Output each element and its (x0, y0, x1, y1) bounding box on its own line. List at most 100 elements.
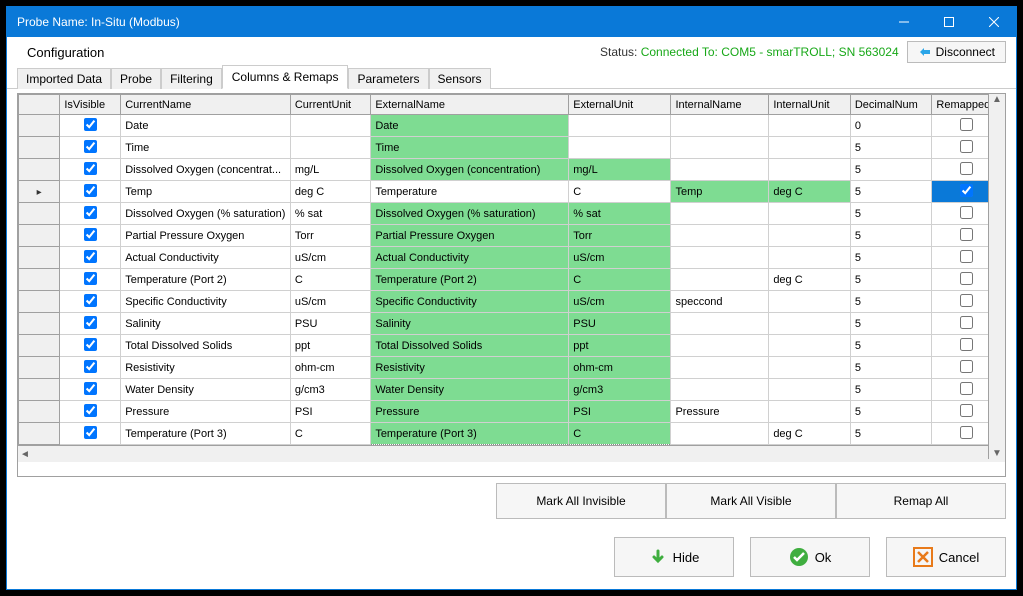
maximize-button[interactable] (926, 7, 971, 37)
row-header[interactable] (19, 225, 60, 247)
isvisible-checkbox[interactable] (84, 272, 97, 285)
table-row[interactable]: Actual ConductivityuS/cmActual Conductiv… (19, 247, 1001, 269)
column-header-internalunit[interactable]: InternalUnit (769, 95, 851, 115)
tab-sensors[interactable]: Sensors (429, 68, 491, 89)
cell-decimalnum[interactable]: 5 (850, 313, 932, 335)
cell-decimalnum[interactable]: 5 (850, 357, 932, 379)
cell-externalname[interactable]: Time (371, 137, 569, 159)
cell-externalunit[interactable] (569, 115, 671, 137)
cell-internalname[interactable]: speccond (671, 291, 769, 313)
remapped-checkbox[interactable] (960, 184, 973, 197)
isvisible-checkbox[interactable] (84, 382, 97, 395)
cell-internalname[interactable] (671, 423, 769, 445)
cell-currentunit[interactable]: uS/cm (290, 247, 370, 269)
tab-probe[interactable]: Probe (111, 68, 161, 89)
column-header-currentname[interactable]: CurrentName (121, 95, 291, 115)
cell-currentunit[interactable]: % sat (290, 203, 370, 225)
cell-internalunit[interactable] (769, 203, 851, 225)
minimize-button[interactable] (881, 7, 926, 37)
cell-isvisible[interactable] (60, 115, 121, 137)
cell-externalname[interactable]: Dissolved Oxygen (% saturation) (371, 203, 569, 225)
cell-internalunit[interactable] (769, 291, 851, 313)
row-header[interactable] (19, 181, 60, 203)
cell-internalname[interactable] (671, 225, 769, 247)
table-row[interactable]: DateDate0 (19, 115, 1001, 137)
table-row[interactable]: Resistivityohm-cmResistivityohm-cm5 (19, 357, 1001, 379)
cell-currentname[interactable]: Dissolved Oxygen (% saturation) (121, 203, 291, 225)
horizontal-scrollbar[interactable]: ◄ ► (18, 445, 1005, 462)
cell-isvisible[interactable] (60, 225, 121, 247)
cell-externalname[interactable]: Salinity (371, 313, 569, 335)
cell-currentunit[interactable] (290, 115, 370, 137)
scroll-down-icon[interactable]: ▼ (992, 448, 1002, 459)
cell-internalunit[interactable] (769, 357, 851, 379)
cell-currentunit[interactable]: uS/cm (290, 291, 370, 313)
cell-externalunit[interactable]: uS/cm (569, 247, 671, 269)
table-row[interactable]: Partial Pressure OxygenTorrPartial Press… (19, 225, 1001, 247)
cell-internalname[interactable] (671, 269, 769, 291)
hide-button[interactable]: Hide (614, 537, 734, 577)
cell-currentunit[interactable]: ppt (290, 335, 370, 357)
cell-internalname[interactable] (671, 203, 769, 225)
cell-externalname[interactable]: Partial Pressure Oxygen (371, 225, 569, 247)
cell-currentname[interactable]: Pressure (121, 401, 291, 423)
remapped-checkbox[interactable] (960, 250, 973, 263)
remapped-checkbox[interactable] (960, 382, 973, 395)
cell-currentname[interactable]: Time (121, 137, 291, 159)
cell-currentname[interactable]: Temperature (Port 3) (121, 423, 291, 445)
cell-currentunit[interactable]: mg/L (290, 159, 370, 181)
isvisible-checkbox[interactable] (84, 294, 97, 307)
remapped-checkbox[interactable] (960, 404, 973, 417)
isvisible-checkbox[interactable] (84, 338, 97, 351)
cell-isvisible[interactable] (60, 269, 121, 291)
cell-isvisible[interactable] (60, 401, 121, 423)
cell-internalunit[interactable]: deg C (769, 269, 851, 291)
cell-isvisible[interactable] (60, 247, 121, 269)
cell-currentunit[interactable]: C (290, 423, 370, 445)
cell-decimalnum[interactable]: 0 (850, 115, 932, 137)
isvisible-checkbox[interactable] (84, 426, 97, 439)
column-header-externalname[interactable]: ExternalName (371, 95, 569, 115)
cell-internalunit[interactable] (769, 159, 851, 181)
isvisible-checkbox[interactable] (84, 184, 97, 197)
remapped-checkbox[interactable] (960, 338, 973, 351)
table-row[interactable]: Specific ConductivityuS/cmSpecific Condu… (19, 291, 1001, 313)
table-row[interactable]: SalinityPSUSalinityPSU5 (19, 313, 1001, 335)
cell-internalunit[interactable] (769, 313, 851, 335)
cell-currentname[interactable]: Dissolved Oxygen (concentrat... (121, 159, 291, 181)
cell-internalunit[interactable] (769, 379, 851, 401)
cell-currentname[interactable]: Temperature (Port 2) (121, 269, 291, 291)
cell-externalunit[interactable]: C (569, 423, 671, 445)
row-header[interactable] (19, 115, 60, 137)
remapped-checkbox[interactable] (960, 360, 973, 373)
cell-externalunit[interactable]: PSU (569, 313, 671, 335)
table-row[interactable]: Dissolved Oxygen (concentrat...mg/LDisso… (19, 159, 1001, 181)
cell-externalname[interactable]: Temperature (371, 181, 569, 203)
cell-currentunit[interactable]: Torr (290, 225, 370, 247)
tab-filtering[interactable]: Filtering (161, 68, 222, 89)
cell-currentunit[interactable]: deg C (290, 181, 370, 203)
cell-currentunit[interactable]: PSU (290, 313, 370, 335)
isvisible-checkbox[interactable] (84, 316, 97, 329)
remap-all-button[interactable]: Remap All (836, 483, 1006, 519)
cell-internalname[interactable] (671, 313, 769, 335)
cell-decimalnum[interactable]: 5 (850, 137, 932, 159)
cell-decimalnum[interactable]: 5 (850, 181, 932, 203)
cell-isvisible[interactable] (60, 203, 121, 225)
cell-externalunit[interactable]: C (569, 269, 671, 291)
cell-externalname[interactable]: Total Dissolved Solids (371, 335, 569, 357)
cell-externalunit[interactable] (569, 137, 671, 159)
cell-internalunit[interactable] (769, 137, 851, 159)
cell-currentname[interactable]: Actual Conductivity (121, 247, 291, 269)
remapped-checkbox[interactable] (960, 228, 973, 241)
isvisible-checkbox[interactable] (84, 404, 97, 417)
tab-imported-data[interactable]: Imported Data (17, 68, 111, 89)
cell-isvisible[interactable] (60, 313, 121, 335)
remapped-checkbox[interactable] (960, 426, 973, 439)
cell-internalname[interactable]: Pressure (671, 401, 769, 423)
table-row[interactable]: Temperature (Port 2)CTemperature (Port 2… (19, 269, 1001, 291)
cell-currentname[interactable]: Water Density (121, 379, 291, 401)
cell-decimalnum[interactable]: 5 (850, 423, 932, 445)
mark-all-invisible-button[interactable]: Mark All Invisible (496, 483, 666, 519)
row-header[interactable] (19, 269, 60, 291)
